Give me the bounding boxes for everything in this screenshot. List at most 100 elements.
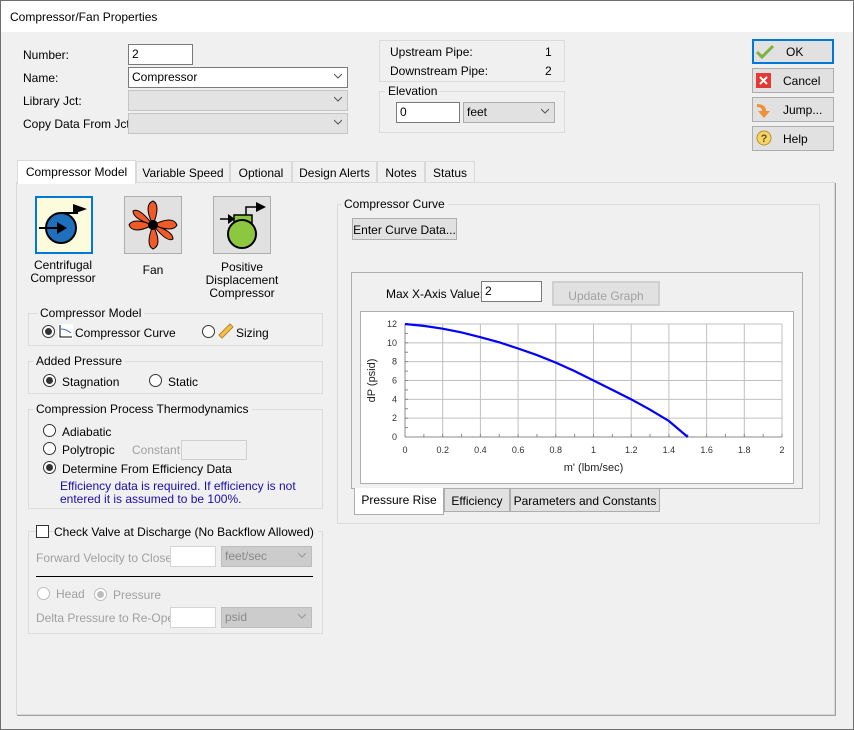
centrifugal-compressor-label: Centrifugal Compressor — [23, 259, 103, 285]
subtab-pressure-rise[interactable]: Pressure Rise — [354, 488, 444, 515]
name-value: Compressor — [132, 70, 198, 84]
chevron-down-icon — [298, 613, 306, 619]
tab-notes[interactable]: Notes — [377, 161, 425, 183]
chart-container: 0 0.2 0.4 0.6 0.8 1 1.2 1.4 1.6 1.8 2 0 2 4 6 8 10 12 m' (… — [360, 311, 794, 484]
forward-velocity-unit: feet/sec — [225, 549, 268, 563]
subtab-efficiency[interactable]: Efficiency — [444, 488, 510, 512]
delta-pressure-unit: psid — [225, 610, 248, 624]
dialog-window: Compressor/Fan Properties Number: 2 Name… — [0, 0, 854, 730]
sizing-label: Sizing — [236, 326, 269, 340]
x-tick-label: 1.4 — [663, 445, 676, 455]
jump-label: Jump... — [783, 103, 823, 117]
delta-pressure-unit-select[interactable]: psid — [221, 607, 312, 628]
cancel-button[interactable]: Cancel — [752, 68, 834, 93]
x-tick-label: 0.2 — [436, 445, 449, 455]
tab-label: Design Alerts — [299, 166, 370, 180]
window-title: Compressor/Fan Properties — [10, 10, 158, 24]
max-x-input[interactable]: 2 — [481, 281, 542, 302]
note-line: entered it is assumed to be 100%. — [60, 492, 242, 506]
polytropic-radio[interactable] — [43, 442, 56, 455]
tab-optional[interactable]: Optional — [230, 161, 292, 183]
upstream-pipe-value: 1 — [545, 45, 552, 59]
max-x-label: Max X-Axis Value: — [386, 287, 484, 301]
chevron-down-icon — [334, 96, 342, 102]
pipes-info-box: Upstream Pipe: 1 Downstream Pipe: 2 — [379, 40, 565, 82]
delta-pressure-input[interactable] — [170, 607, 216, 628]
forward-velocity-label: Forward Velocity to Close — [36, 551, 173, 565]
static-label: Static — [168, 375, 199, 389]
tab-label: Status — [432, 166, 468, 180]
fan-button[interactable] — [124, 196, 182, 254]
ok-button[interactable]: OK — [752, 39, 834, 64]
head-radio[interactable] — [37, 587, 50, 600]
efficiency-data-radio[interactable] — [43, 461, 56, 474]
static-radio[interactable] — [149, 374, 162, 387]
constant-input[interactable] — [181, 440, 247, 460]
tab-variable-speed[interactable]: Variable Speed — [136, 161, 230, 183]
divider — [36, 576, 313, 577]
fan-label: Fan — [142, 263, 164, 277]
elevation-unit-select[interactable]: feet — [463, 102, 555, 123]
copy-data-label: Copy Data From Jct... — [23, 117, 140, 131]
svg-text:?: ? — [761, 133, 768, 145]
number-label: Number: — [23, 48, 70, 62]
close-icon — [756, 73, 771, 88]
jump-arrow-icon — [757, 104, 770, 118]
elevation-input[interactable]: 0 — [396, 102, 460, 123]
number-input[interactable]: 2 — [128, 44, 193, 65]
compressor-curve-radio[interactable] — [42, 325, 55, 338]
x-tick-label: 1.8 — [738, 445, 751, 455]
tab-design-alerts[interactable]: Design Alerts — [292, 161, 377, 183]
cancel-label: Cancel — [783, 74, 821, 88]
downstream-pipe-label: Downstream Pipe: — [390, 64, 489, 78]
tab-label: Variable Speed — [142, 166, 224, 180]
sizing-radio[interactable] — [202, 325, 215, 338]
x-axis-label: m' (lbm/sec) — [564, 462, 624, 474]
subtab-parameters[interactable]: Parameters and Constants — [510, 488, 660, 512]
forward-velocity-input[interactable] — [170, 546, 216, 567]
update-graph-button[interactable]: Update Graph — [552, 281, 660, 306]
head-label: Head — [56, 587, 85, 601]
name-label: Name: — [23, 71, 59, 85]
centrifugal-compressor-button[interactable] — [35, 196, 93, 254]
tab-status[interactable]: Status — [425, 161, 475, 183]
efficiency-data-label: Determine From Efficiency Data — [62, 462, 232, 476]
subtab-label: Efficiency — [451, 494, 503, 508]
x-tick-label: 0.8 — [550, 445, 563, 455]
added-pressure-title: Added Pressure — [33, 354, 126, 368]
ruler-icon — [218, 323, 234, 339]
fan-icon — [128, 200, 178, 250]
adiabatic-radio[interactable] — [43, 424, 56, 437]
constant-label: Constant: — [132, 443, 184, 457]
check-valve-checkbox[interactable] — [36, 525, 49, 538]
pressure-radio[interactable] — [94, 588, 107, 601]
y-tick-label: 2 — [392, 413, 397, 423]
positive-displacement-button[interactable] — [213, 196, 271, 254]
positive-displacement-icon — [220, 202, 266, 249]
label-line: Compressor — [209, 286, 275, 300]
y-tick-label: 8 — [392, 357, 397, 367]
delta-pressure-label: Delta Pressure to Re-Open — [36, 611, 181, 625]
forward-velocity-unit-select[interactable]: feet/sec — [221, 546, 312, 567]
chevron-down-icon — [541, 108, 549, 114]
x-tick-label: 1.6 — [700, 445, 713, 455]
help-icon: ? — [756, 130, 772, 146]
y-tick-label: 6 — [392, 376, 397, 386]
tab-compressor-model[interactable]: Compressor Model — [17, 160, 136, 184]
copy-data-combobox[interactable] — [128, 113, 348, 134]
y-tick-label: 10 — [387, 338, 397, 348]
enter-curve-data-button[interactable]: Enter Curve Data... — [352, 218, 457, 240]
stagnation-radio[interactable] — [43, 374, 56, 387]
compressor-curve-title: Compressor Curve — [341, 197, 448, 211]
name-combobox[interactable]: Compressor — [128, 67, 348, 88]
x-tick-label: 0.6 — [512, 445, 525, 455]
downstream-pipe-value: 2 — [545, 64, 552, 78]
stagnation-label: Stagnation — [62, 375, 120, 389]
x-tick-label: 1.2 — [625, 445, 638, 455]
help-label: Help — [783, 132, 808, 146]
y-tick-label: 0 — [392, 432, 397, 442]
help-button[interactable]: ? Help — [752, 126, 834, 151]
tab-label: Optional — [238, 166, 284, 180]
jump-button[interactable]: Jump... — [752, 97, 834, 122]
library-combobox[interactable] — [128, 90, 348, 111]
